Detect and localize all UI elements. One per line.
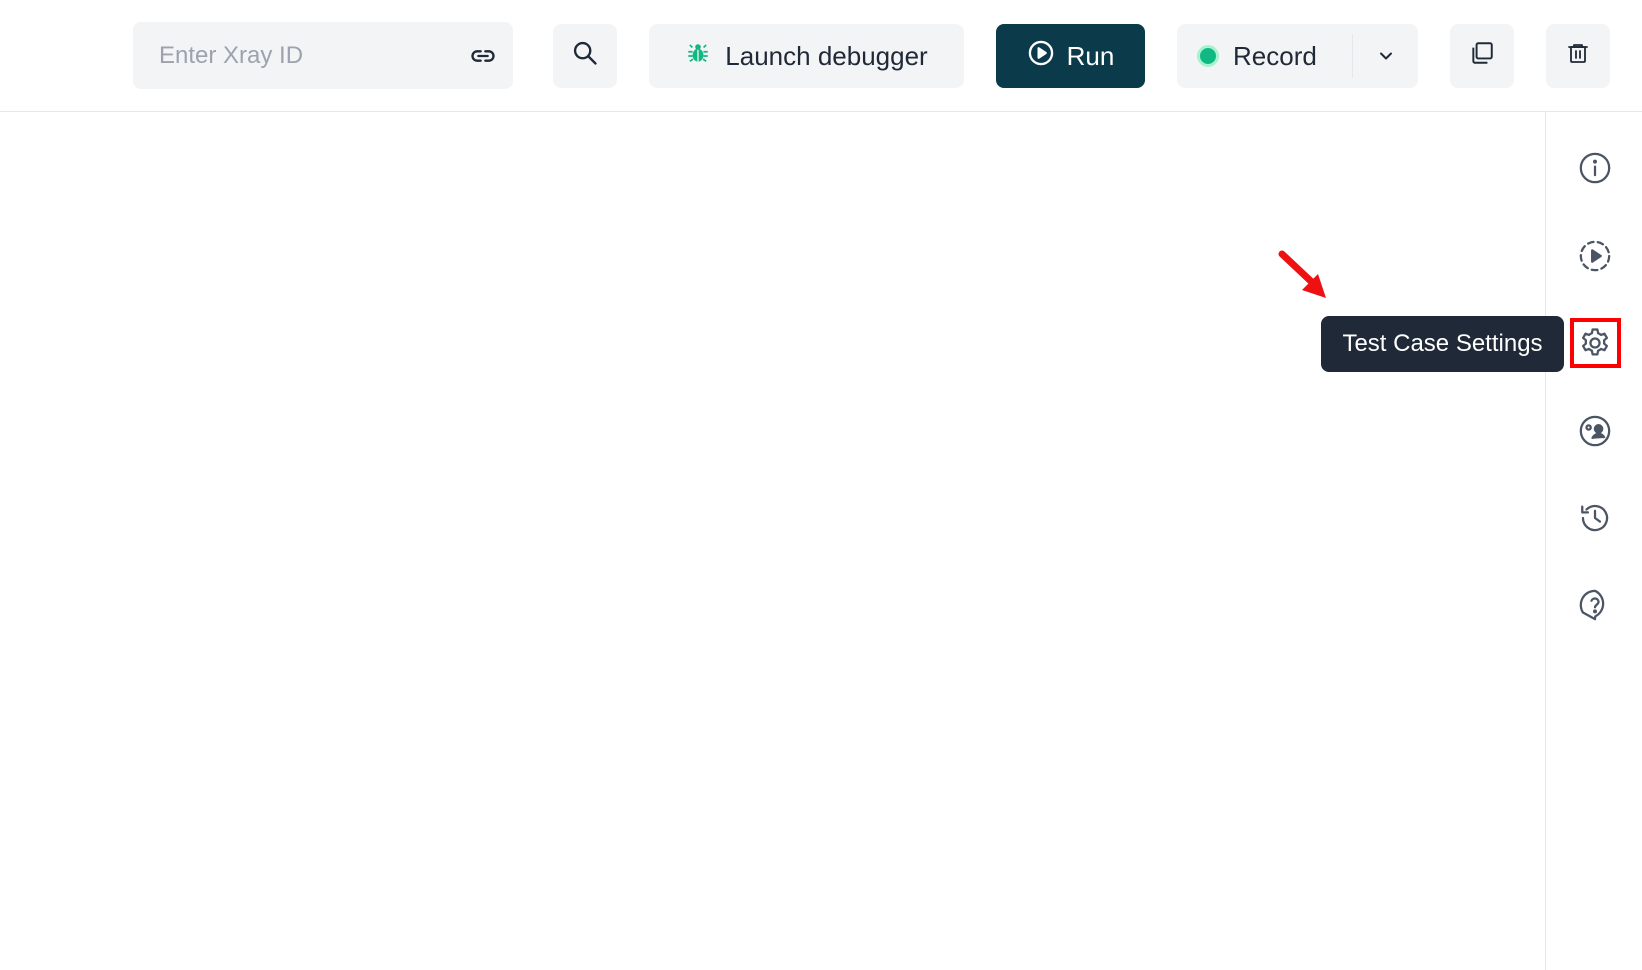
run-button[interactable]: Run xyxy=(996,24,1145,88)
user-support-icon[interactable] xyxy=(1577,413,1613,449)
record-label: Record xyxy=(1233,40,1317,71)
search-button[interactable] xyxy=(553,24,617,88)
info-icon[interactable] xyxy=(1577,150,1613,186)
xray-id-input[interactable] xyxy=(159,41,469,70)
delete-button[interactable] xyxy=(1546,24,1610,88)
trash-icon xyxy=(1566,41,1590,72)
launch-debugger-label: Launch debugger xyxy=(725,40,928,71)
record-dot-icon xyxy=(1197,45,1219,67)
play-circle-icon xyxy=(1027,39,1055,74)
history-icon[interactable] xyxy=(1577,500,1613,536)
help-icon[interactable] xyxy=(1577,587,1613,623)
settings-tooltip: Test Case Settings xyxy=(1321,316,1564,372)
run-label: Run xyxy=(1066,40,1115,71)
annotation-arrow-icon xyxy=(1278,250,1326,298)
play-dashed-icon[interactable] xyxy=(1577,238,1613,274)
toolbar: Launch debugger Run Record xyxy=(0,0,1642,112)
chevron-down-icon[interactable] xyxy=(1374,44,1398,68)
launch-debugger-button[interactable]: Launch debugger xyxy=(649,24,964,88)
test-case-editor: Launch debugger Run Record xyxy=(0,0,1642,970)
bug-icon xyxy=(685,40,711,73)
link-icon[interactable] xyxy=(469,41,497,71)
record-button[interactable]: Record xyxy=(1177,24,1418,88)
copy-icon xyxy=(1469,40,1495,73)
duplicate-button[interactable] xyxy=(1450,24,1514,88)
settings-highlight-box xyxy=(1570,318,1621,368)
search-icon xyxy=(571,39,599,74)
record-divider xyxy=(1352,34,1353,78)
tooltip-label: Test Case Settings xyxy=(1342,330,1543,357)
xray-id-field[interactable] xyxy=(133,22,513,89)
